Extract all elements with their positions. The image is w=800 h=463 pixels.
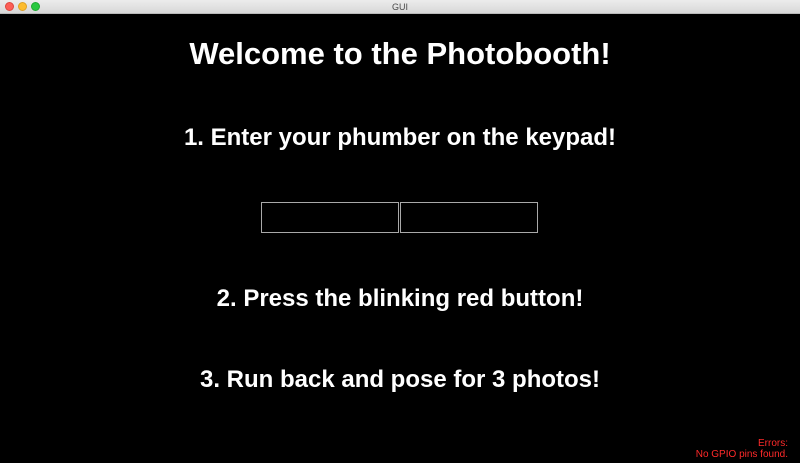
errors-label: Errors: <box>758 438 788 449</box>
step-1-instruction: 1. Enter your phumber on the keypad! <box>183 124 617 151</box>
phone-number-field-right[interactable] <box>400 202 538 233</box>
step-3-instruction: 3. Run back and pose for 3 photos! <box>199 366 601 393</box>
page-title: Welcome to the Photobooth! <box>189 36 611 71</box>
title-bar[interactable]: GUI <box>0 0 800 14</box>
error-panel: Errors: No GPIO pins found. <box>696 438 788 460</box>
photobooth-screen: Welcome to the Photobooth! 1. Enter your… <box>0 14 800 463</box>
phone-number-field-left[interactable] <box>261 202 399 233</box>
step-2-instruction: 2. Press the blinking red button! <box>216 285 584 312</box>
app-window: GUI Welcome to the Photobooth! 1. Enter … <box>0 0 800 463</box>
error-message: No GPIO pins found. <box>695 449 788 460</box>
window-title: GUI <box>391 2 408 12</box>
